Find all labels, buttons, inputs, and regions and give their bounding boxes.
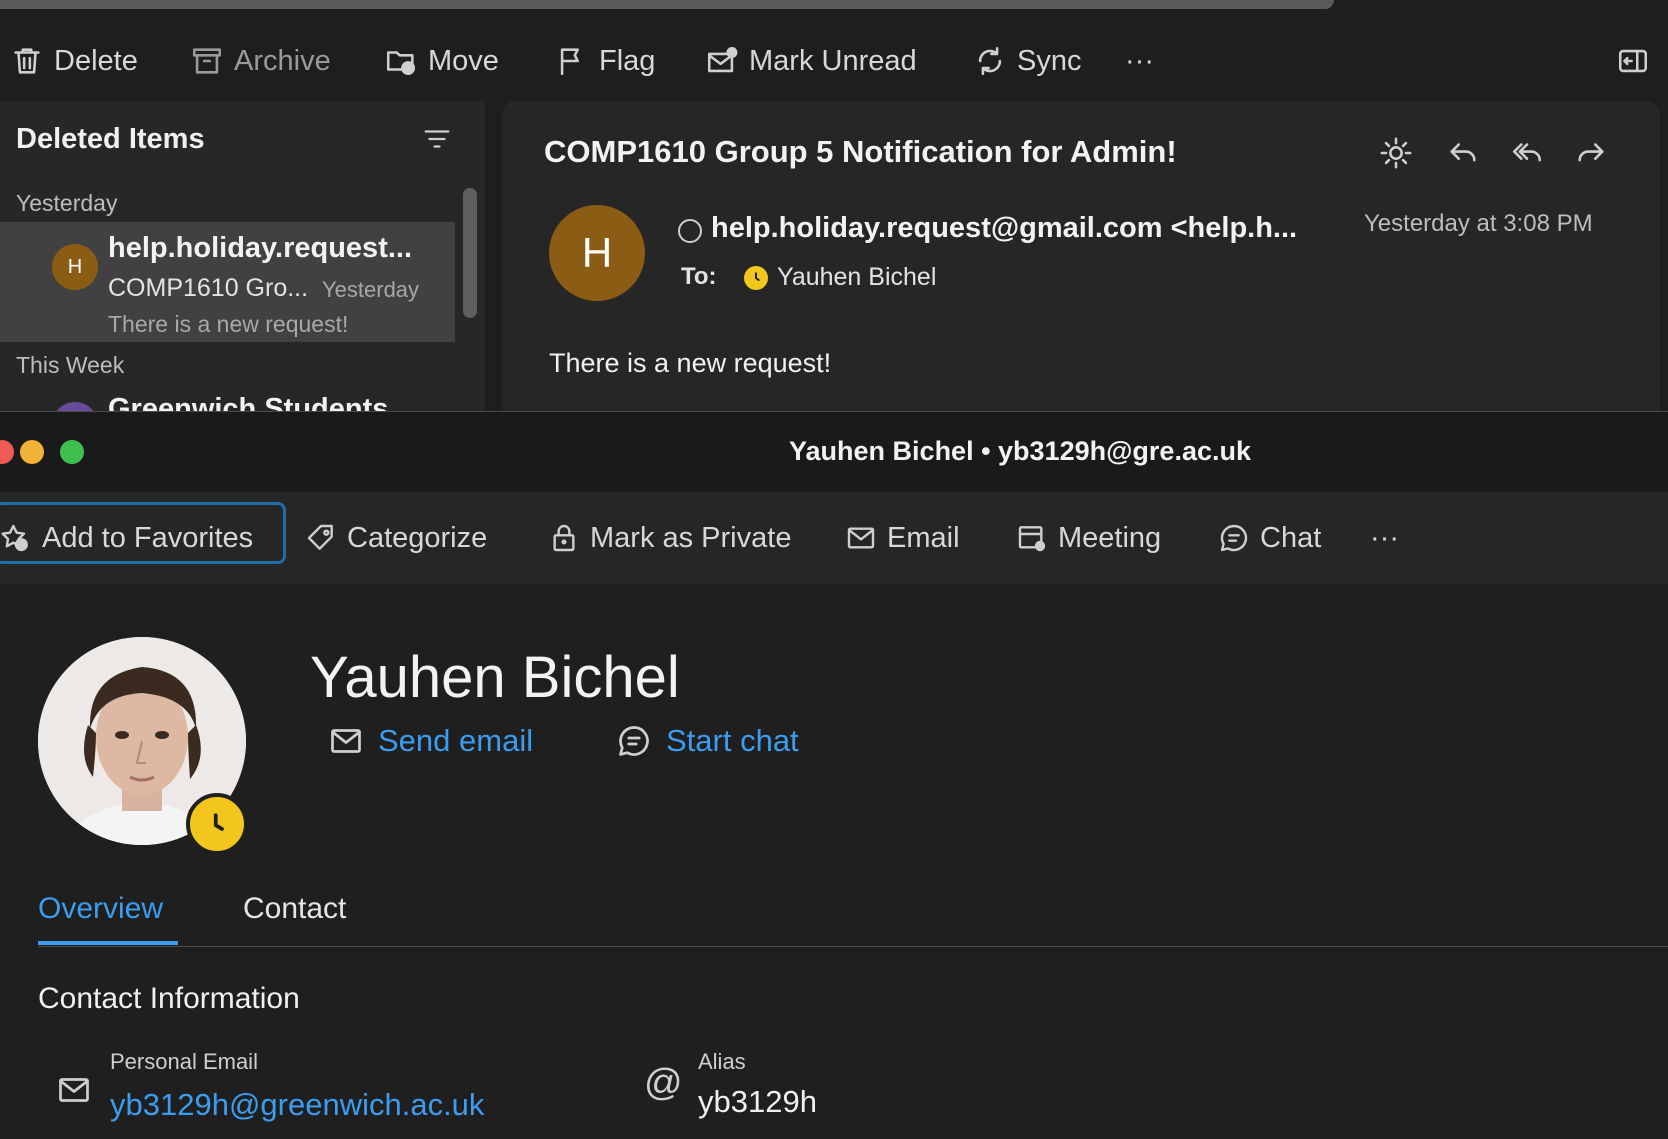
archive-label: Archive (234, 44, 331, 77)
categorize-button[interactable]: Categorize (305, 513, 487, 563)
sync-button[interactable]: Sync (973, 40, 1081, 82)
move-folder-icon (384, 44, 418, 78)
active-tab-indicator (38, 941, 178, 945)
archive-icon (190, 44, 224, 78)
trash-icon (10, 44, 44, 78)
list-item-sender: help.holiday.request... (108, 232, 413, 264)
more-contact-actions-button[interactable]: ··· (1370, 513, 1399, 563)
away-clock-icon (744, 266, 768, 290)
add-to-favorites-button[interactable]: Add to Favorites (0, 513, 253, 563)
mark-unread-button[interactable]: Mark Unread (705, 40, 917, 82)
contact-window: Yauhen Bichel • yb3129h@gre.ac.uk Add to… (0, 411, 1668, 1139)
status-away-icon (186, 793, 248, 855)
forward-icon[interactable] (1573, 136, 1609, 170)
tab-divider (38, 946, 1668, 947)
contact-name: Yauhen Bichel (310, 645, 680, 710)
toggle-sidebar-icon[interactable] (1616, 44, 1650, 78)
archive-button[interactable]: Archive (190, 40, 331, 82)
tag-icon (305, 522, 337, 554)
send-email-link[interactable]: Send email (328, 723, 533, 759)
envelope-icon (845, 522, 877, 554)
sync-label: Sync (1017, 44, 1082, 77)
sender-avatar: H (52, 244, 98, 290)
window-scrollbar[interactable] (0, 0, 1334, 9)
categorize-label: Categorize (347, 521, 488, 554)
personal-email-label: Personal Email (110, 1049, 258, 1074)
star-add-icon (0, 522, 32, 554)
delete-label: Delete (54, 44, 138, 77)
list-item-subject: COMP1610 Gro... (108, 274, 309, 302)
personal-email-link[interactable]: yb3129h@greenwich.ac.uk (110, 1087, 484, 1123)
move-label: Move (428, 44, 499, 77)
chat-bubble-icon (1218, 522, 1250, 554)
chat-button[interactable]: Chat (1218, 513, 1321, 563)
meeting-label: Meeting (1058, 521, 1162, 554)
message-subject: COMP1610 Group 5 Notification for Admin! (544, 134, 1177, 169)
group-header-yesterday: Yesterday (16, 190, 118, 216)
reply-all-icon[interactable] (1509, 136, 1545, 170)
mark-as-private-button[interactable]: Mark as Private (548, 513, 791, 563)
folder-title: Deleted Items (16, 123, 205, 155)
sun-icon[interactable] (1379, 136, 1413, 170)
calendar-people-icon (1016, 522, 1048, 554)
send-email-label: Send email (378, 723, 534, 758)
add-to-favorites-label: Add to Favorites (42, 521, 254, 554)
list-item-preview: There is a new request! (108, 311, 349, 337)
to-recipient[interactable]: Yauhen Bichel (777, 263, 936, 292)
flag-icon (555, 44, 589, 78)
more-icon: ··· (1125, 44, 1154, 77)
unread-circle-icon[interactable] (678, 219, 702, 243)
message-body: There is a new request! (549, 348, 832, 378)
at-sign-icon: @ (644, 1062, 683, 1104)
group-header-this-week: This Week (16, 352, 125, 378)
envelope-icon (328, 723, 364, 759)
more-icon: ··· (1370, 521, 1399, 554)
meeting-button[interactable]: Meeting (1016, 513, 1161, 563)
email-label: Email (887, 521, 960, 554)
tab-overview[interactable]: Overview (38, 892, 163, 926)
list-scrollbar[interactable] (463, 188, 477, 318)
mail-window: Delete Archive Move Flag Mark Unread Syn… (0, 0, 1668, 412)
reply-icon[interactable] (1445, 136, 1481, 170)
lock-icon (548, 522, 580, 554)
move-button[interactable]: Move (384, 40, 499, 82)
mark-as-private-label: Mark as Private (590, 521, 792, 554)
flag-button[interactable]: Flag (555, 40, 655, 82)
chat-bubble-icon (616, 723, 652, 759)
section-title: Contact Information (38, 982, 300, 1015)
alias-label: Alias (698, 1049, 746, 1074)
envelope-dot-icon (705, 44, 739, 78)
start-chat-label: Start chat (666, 723, 799, 758)
list-item-date: Yesterday (322, 277, 420, 302)
message-from[interactable]: help.holiday.request@gmail.com <help.h..… (711, 212, 1297, 245)
mark-unread-label: Mark Unread (749, 44, 917, 77)
chat-label: Chat (1260, 521, 1322, 554)
flag-label: Flag (599, 44, 656, 77)
message-time: Yesterday at 3:08 PM (1364, 210, 1593, 237)
delete-button[interactable]: Delete (10, 40, 138, 82)
filter-icon[interactable] (422, 124, 452, 154)
start-chat-link[interactable]: Start chat (616, 723, 799, 759)
email-button[interactable]: Email (845, 513, 960, 563)
alias-value: yb3129h (698, 1084, 817, 1119)
tab-contact[interactable]: Contact (243, 892, 346, 926)
envelope-icon (56, 1072, 92, 1108)
list-item-sender-2[interactable]: Greenwich Students (108, 393, 388, 412)
window-title: Yauhen Bichel • yb3129h@gre.ac.uk (789, 436, 1251, 466)
to-label: To: (681, 263, 717, 290)
more-actions-button[interactable]: ··· (1125, 40, 1154, 82)
sync-icon (973, 44, 1007, 78)
message-sender-avatar: H (549, 205, 645, 301)
